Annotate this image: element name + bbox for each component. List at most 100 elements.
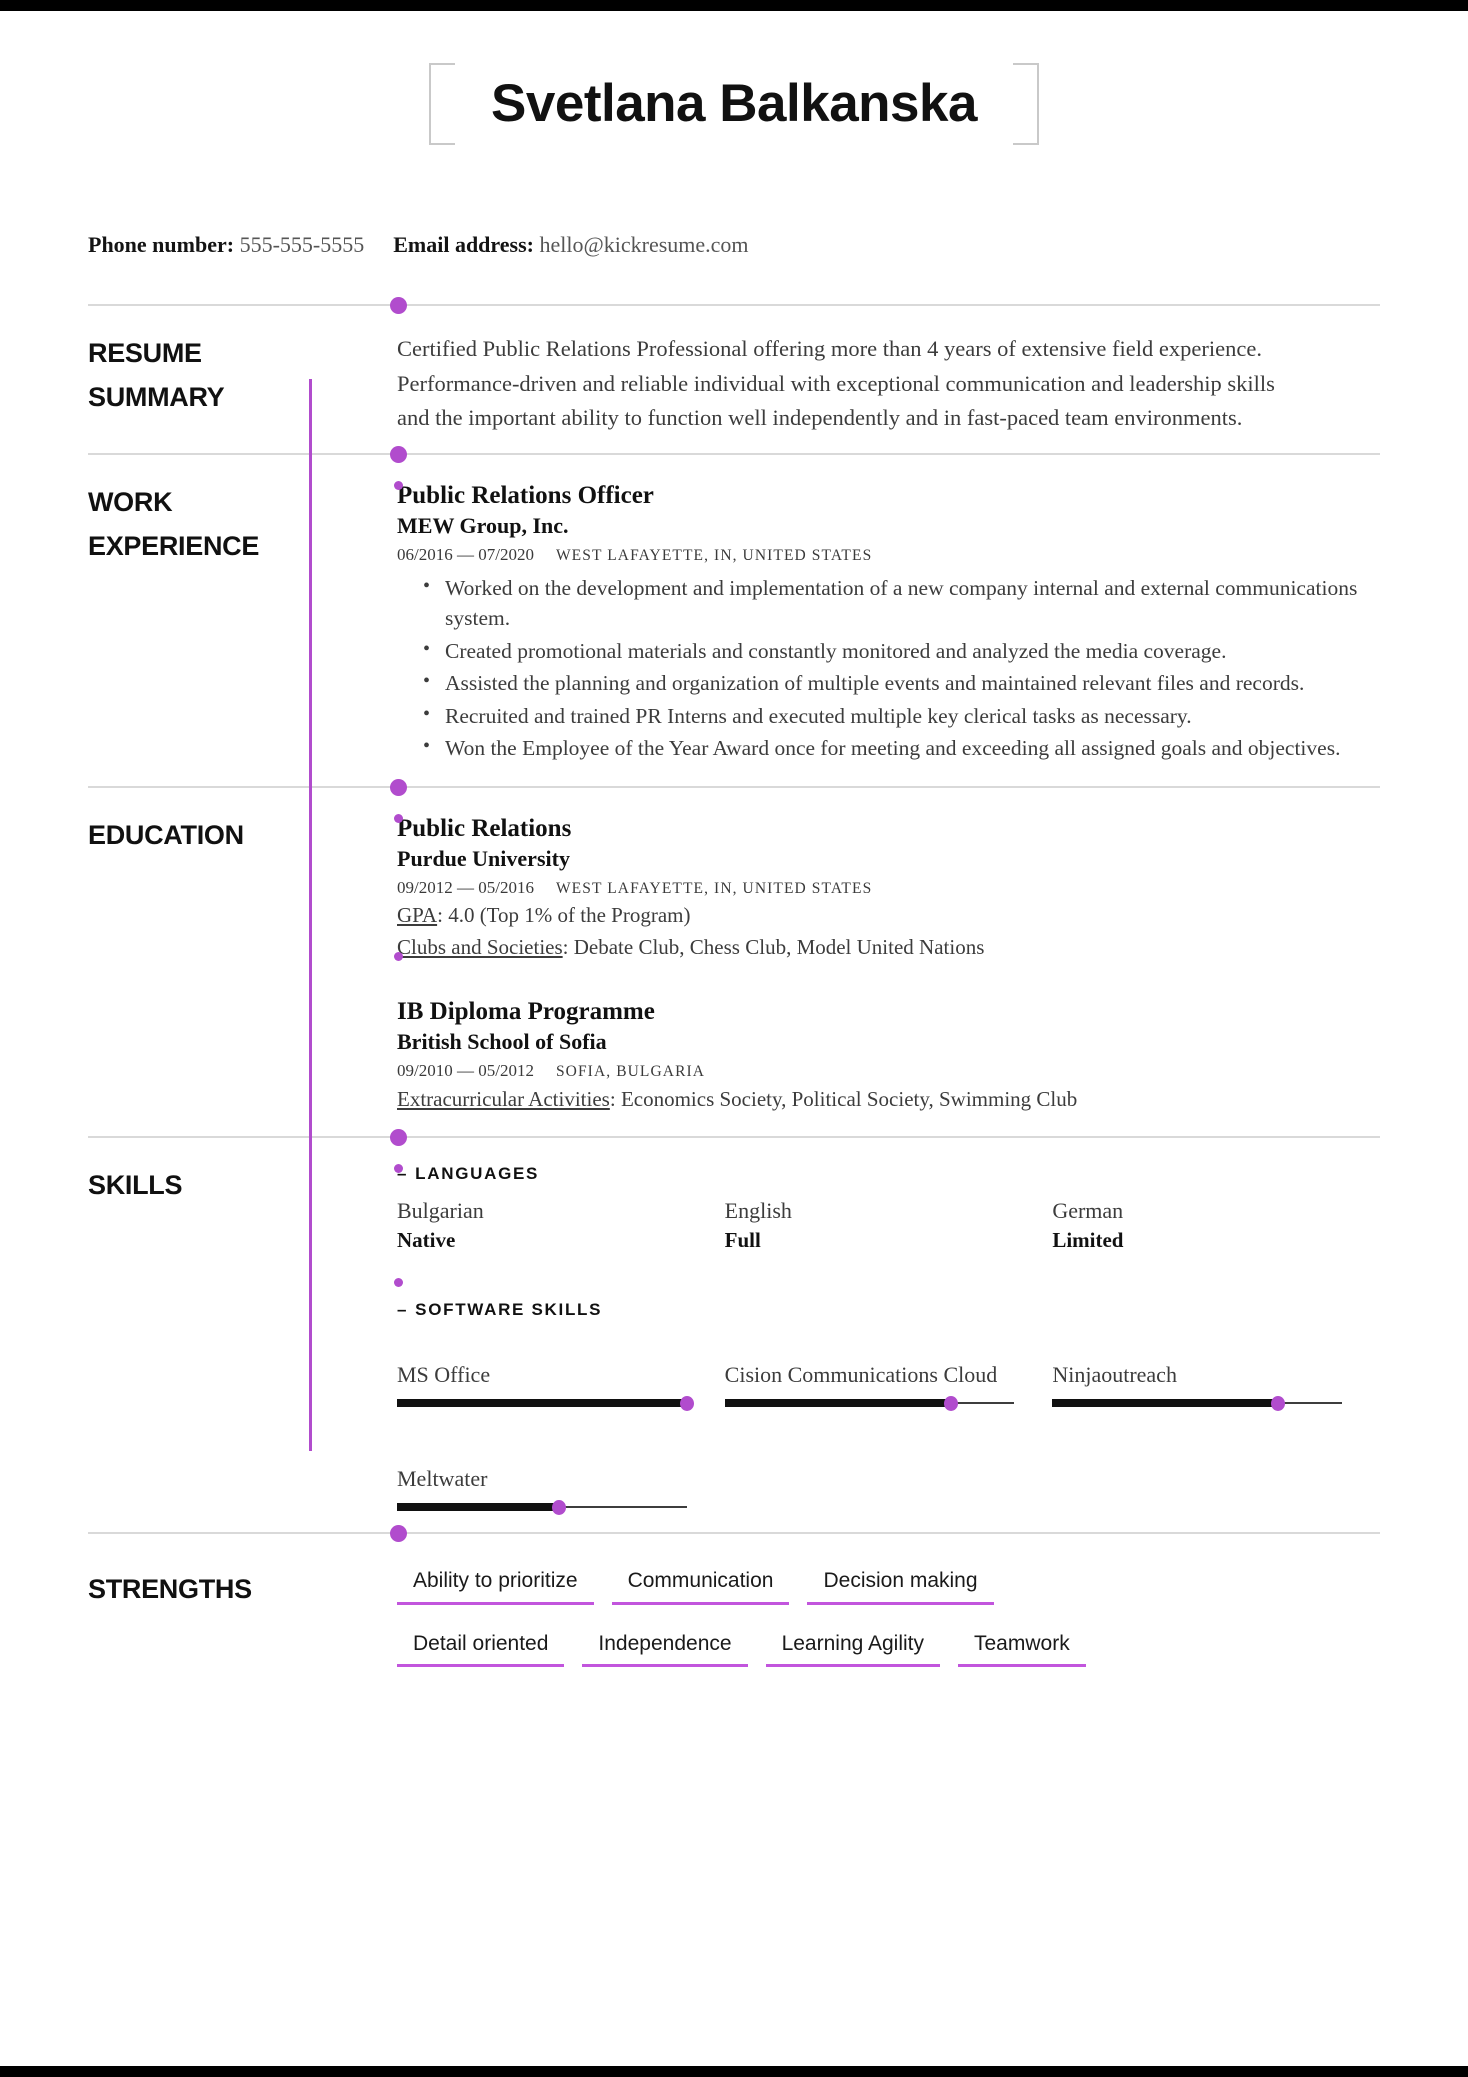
job-position: Public Relations Officer <box>397 481 654 509</box>
education-note-label: GPA <box>397 903 438 928</box>
section-body-education: Public Relations Purdue University 09/20… <box>331 814 1380 1119</box>
education-school: British School of Sofia <box>397 1028 607 1054</box>
language-name: German <box>1052 1198 1124 1224</box>
resume-page: Svetlana Balkanska Phone number: 555-555… <box>0 11 1468 2066</box>
contact-line: Phone number: 555-555-5555 Email address… <box>88 232 1380 258</box>
phone-value[interactable]: 555-555-5555 <box>240 232 365 257</box>
resume-header: Svetlana Balkanska <box>88 11 1380 196</box>
language-level: Limited <box>1052 1228 1124 1253</box>
timeline-dot <box>390 778 407 796</box>
subheading-software-label: SOFTWARE SKILLS <box>415 1300 603 1320</box>
language-name: English <box>724 1198 792 1224</box>
section-title-line1: STRENGTHS <box>88 1574 252 1605</box>
bar-knob[interactable] <box>552 1500 567 1516</box>
strength-chip[interactable]: Detail oriented <box>397 1631 565 1667</box>
strength-chip[interactable]: Learning Agility <box>765 1631 940 1667</box>
language-item: English Full <box>725 1196 1053 1254</box>
section-heading-skills: SKILLS <box>88 1164 331 1514</box>
section-heading-work: WORK EXPERIENCE <box>88 481 331 768</box>
section-title-line2: SUMMARY <box>88 382 225 413</box>
list-item: Created promotional materials and consta… <box>423 635 1380 667</box>
strength-chip[interactable]: Decision making <box>807 1568 994 1605</box>
strength-row: Ability to prioritize Communication Deci… <box>397 1568 1380 1605</box>
bracket-left-icon <box>429 62 456 145</box>
language-level: Native <box>397 1228 456 1253</box>
education-program: Public Relations <box>397 814 572 842</box>
section-title-line2: EXPERIENCE <box>88 530 260 561</box>
resume-sections: RESUME SUMMARY Certified Public Relation… <box>88 297 1380 1685</box>
language-level: Full <box>724 1228 761 1253</box>
software-skills-block: – SOFTWARE SKILLS MS Office Cision Commu… <box>397 1300 1380 1516</box>
software-skill-item: MS Office <box>397 1332 725 1412</box>
timeline-dot-small <box>394 813 403 823</box>
education-entry: Public Relations Purdue University 09/20… <box>397 814 1380 963</box>
section-work-experience: WORK EXPERIENCE Public Relations Officer… <box>88 445 1380 786</box>
software-skills-grid: MS Office Cision Communications Cloud Ni… <box>397 1332 1380 1516</box>
language-item: Bulgarian Native <box>397 1196 725 1254</box>
phone-label: Phone number: <box>88 232 235 257</box>
timeline-dot-small <box>394 951 403 961</box>
section-heading-strengths: STRENGTHS <box>88 1568 331 1667</box>
list-item: Assisted the planning and organization o… <box>423 667 1380 699</box>
education-program: IB Diploma Programme <box>397 997 655 1025</box>
work-entry: Public Relations Officer MEW Group, Inc.… <box>397 481 1380 764</box>
subheading-languages-label: LANGUAGES <box>415 1164 540 1184</box>
education-note: GPA: 4.0 (Top 1% of the Program) <box>397 903 691 928</box>
software-skill-item: Cision Communications Cloud <box>724 1332 1053 1412</box>
skill-rating-bar <box>397 1500 687 1516</box>
bar-knob[interactable] <box>679 1396 694 1412</box>
email-value[interactable]: hello@kickresume.com <box>540 232 749 257</box>
candidate-name: Svetlana Balkanska <box>491 74 977 133</box>
education-note: Extracurricular Activities: Economics So… <box>397 1086 1078 1111</box>
subheading-languages: – LANGUAGES <box>397 1164 1380 1184</box>
education-location: WEST LAFAYETTE, IN, UNITED STATES <box>555 880 873 898</box>
subheading-software-skills: – SOFTWARE SKILLS <box>397 1300 1380 1320</box>
job-location: WEST LAFAYETTE, IN, UNITED STATES <box>555 547 873 565</box>
bar-fill <box>397 1503 560 1512</box>
section-body-work: Public Relations Officer MEW Group, Inc.… <box>331 481 1380 768</box>
timeline-dot-small <box>394 480 403 490</box>
timeline-dot <box>390 445 407 463</box>
skill-rating-bar <box>397 1396 694 1412</box>
strength-chip[interactable]: Teamwork <box>958 1631 1086 1667</box>
section-heading-education: EDUCATION <box>88 814 331 1119</box>
education-location: SOFIA, BULGARIA <box>555 1063 706 1081</box>
email-label: Email address: <box>393 232 534 257</box>
timeline-dot <box>390 1129 407 1147</box>
section-body-strengths: Ability to prioritize Communication Deci… <box>331 1568 1380 1667</box>
strength-chip[interactable]: Independence <box>582 1631 748 1667</box>
section-education: EDUCATION Public Relations Purdue Univer… <box>88 778 1380 1137</box>
education-note: Clubs and Societies: Debate Club, Chess … <box>397 935 985 960</box>
education-note-label: Clubs and Societies <box>397 935 563 960</box>
education-note-value: 4.0 (Top 1% of the Program) <box>448 903 691 928</box>
education-meta: 09/2010 — 05/2012 SOFIA, BULGARIA <box>397 1060 1380 1082</box>
job-dates: 06/2016 — 07/2020 <box>397 545 534 565</box>
language-item: German Limited <box>1052 1196 1380 1254</box>
languages-grid: Bulgarian Native English Full German Lim… <box>397 1196 1380 1254</box>
skill-rating-bar <box>724 1396 1015 1412</box>
bar-knob[interactable] <box>943 1396 958 1412</box>
education-dates: 09/2012 — 05/2016 <box>397 878 534 898</box>
strength-row: Detail oriented Independence Learning Ag… <box>397 1631 1380 1667</box>
education-note-value: Debate Club, Chess Club, Model United Na… <box>573 935 985 960</box>
software-skill-name: Ninjaoutreach <box>1052 1361 1177 1387</box>
timeline-rail <box>309 379 312 1451</box>
job-meta: 06/2016 — 07/2020 WEST LAFAYETTE, IN, UNI… <box>397 544 1380 566</box>
bar-knob[interactable] <box>1271 1396 1286 1412</box>
software-skill-name: Meltwater <box>397 1465 488 1491</box>
resume-sheet: Svetlana Balkanska Phone number: 555-555… <box>0 11 1468 2066</box>
section-title-line1: RESUME <box>88 338 202 369</box>
education-meta: 09/2012 — 05/2016 WEST LAFAYETTE, IN, UNI… <box>397 877 1380 899</box>
timeline-dot <box>390 1525 407 1543</box>
strength-chip[interactable]: Ability to prioritize <box>397 1568 594 1605</box>
name-box: Svetlana Balkanska <box>429 59 1039 148</box>
education-note-value: Economics Society, Political Society, Sw… <box>620 1086 1078 1111</box>
education-dates: 09/2010 — 05/2012 <box>397 1061 534 1081</box>
timeline-dot <box>390 297 407 315</box>
list-item: Recruited and trained PR Interns and exe… <box>423 700 1380 732</box>
section-heading-summary: RESUME SUMMARY <box>88 332 331 435</box>
strength-chip[interactable]: Communication <box>611 1568 790 1605</box>
software-skill-name: Cision Communications Cloud <box>724 1361 998 1387</box>
dash-icon: – <box>397 1300 409 1320</box>
education-entry: IB Diploma Programme British School of S… <box>397 997 1380 1114</box>
